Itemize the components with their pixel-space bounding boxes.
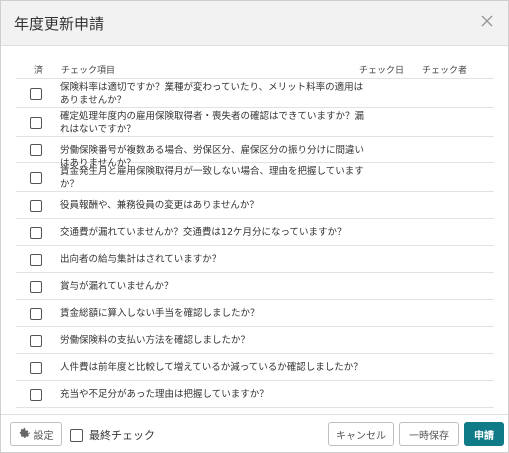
table-row: 賃金総額に算入しない手当を確認しましたか？ — [16, 300, 494, 327]
table-row: 賞与が漏れていませんか？ — [16, 273, 494, 300]
apply-button[interactable]: 申請 — [464, 422, 504, 446]
checklist-item-text: 確定処理年度内の雇用保険取得者・喪失者の確認はできていますか？漏れはないですか？ — [60, 111, 365, 135]
checklist-item-text: 賃金総額に算入しない手当を確認しましたか？ — [60, 308, 260, 319]
row-checkbox[interactable] — [30, 254, 42, 266]
checklist-item-text: 充当や不足分があった理由は把握していますか？ — [60, 389, 269, 400]
row-checkbox[interactable] — [30, 335, 42, 347]
column-header-checker: チェック者 — [422, 66, 468, 76]
table-row: 確定処理年度内の雇用保険取得者・喪失者の確認はできていますか？漏れはないですか？ — [16, 108, 494, 137]
table-row: 労働保険番号が複数ある場合、労保区分、雇保区分の振り分けに間違いはありませんか？ — [16, 137, 494, 169]
annual-update-dialog: 年度更新申請 済 チェック項目 チェック日 チェック者 保険料率は適切ですか？業… — [0, 0, 509, 453]
table-row: 人件費は前年度と比較して増えているか減っているか確認しましたか？ — [16, 354, 494, 381]
row-checkbox[interactable] — [30, 308, 42, 320]
column-header-done: 済 — [34, 66, 44, 76]
row-checkbox[interactable] — [30, 144, 42, 156]
column-header-item: チェック項目 — [61, 66, 116, 76]
final-check-checkbox[interactable] — [70, 428, 83, 442]
table-row: 役員報酬や、兼務役員の変更はありませんか？ — [16, 192, 494, 219]
row-checkbox[interactable] — [30, 172, 42, 184]
table-row: 充当や不足分があった理由は把握していますか？ — [16, 381, 494, 408]
checklist-item-text: 交通費が漏れていませんか？交通費は12ケ月分になっていますか？ — [60, 227, 347, 238]
close-icon[interactable] — [480, 14, 494, 28]
row-checkbox[interactable] — [30, 88, 42, 100]
checklist-item-text: 賞与が漏れていませんか？ — [60, 281, 174, 292]
row-checkbox[interactable] — [30, 227, 42, 239]
checklist-item-text: 労働保険料の支払い方法を確認しましたか？ — [60, 335, 251, 346]
table-body: 保険料率は適切ですか？業種が変わっていたり、メリット料率の適用はありませんか？ 確… — [16, 79, 494, 408]
row-checkbox[interactable] — [30, 200, 42, 212]
settings-button[interactable]: 設定 — [10, 422, 62, 446]
row-checkbox[interactable] — [30, 117, 42, 129]
settings-label: 設定 — [33, 430, 54, 442]
table-header: 済 チェック項目 チェック日 チェック者 — [16, 57, 494, 79]
column-header-date: チェック日 — [359, 66, 405, 76]
temp-save-button[interactable]: 一時保存 — [399, 422, 459, 446]
checklist-item-text: 賃金発生月と雇用保険取得月が一致しない場合、理由を把握していますか？ — [60, 166, 364, 190]
checklist-table: 済 チェック項目 チェック日 チェック者 保険料率は適切ですか？業種が変わってい… — [16, 57, 494, 408]
checklist-item-text: 保険料率は適切ですか？業種が変わっていたり、メリット料率の適用はありませんか？ — [60, 82, 364, 106]
table-row: 交通費が漏れていませんか？交通費は12ケ月分になっていますか？ — [16, 219, 494, 246]
cancel-button[interactable]: キャンセル — [328, 422, 394, 446]
row-checkbox[interactable] — [30, 281, 42, 293]
table-row: 出向者の給与集計はされていますか？ — [16, 246, 494, 273]
footer-divider — [1, 414, 508, 415]
dialog-header: 年度更新申請 — [1, 1, 508, 46]
checklist-item-text: 出向者の給与集計はされていますか？ — [60, 254, 222, 265]
final-check-toggle[interactable]: 最終チェック — [70, 427, 155, 443]
checklist-item-text: 役員報酬や、兼務役員の変更はありませんか？ — [60, 200, 259, 211]
table-row: 労働保険料の支払い方法を確認しましたか？ — [16, 327, 494, 354]
gear-icon — [19, 427, 30, 441]
table-row: 賃金発生月と雇用保険取得月が一致しない場合、理由を把握していますか？ — [16, 163, 494, 192]
checklist-item-text: 人件費は前年度と比較して増えているか減っているか確認しましたか？ — [60, 362, 363, 373]
final-check-label: 最終チェック — [89, 429, 155, 442]
row-checkbox[interactable] — [30, 389, 42, 401]
row-checkbox[interactable] — [30, 362, 42, 374]
dialog-title: 年度更新申請 — [14, 15, 105, 33]
table-row: 保険料率は適切ですか？業種が変わっていたり、メリット料率の適用はありませんか？ — [16, 79, 494, 108]
